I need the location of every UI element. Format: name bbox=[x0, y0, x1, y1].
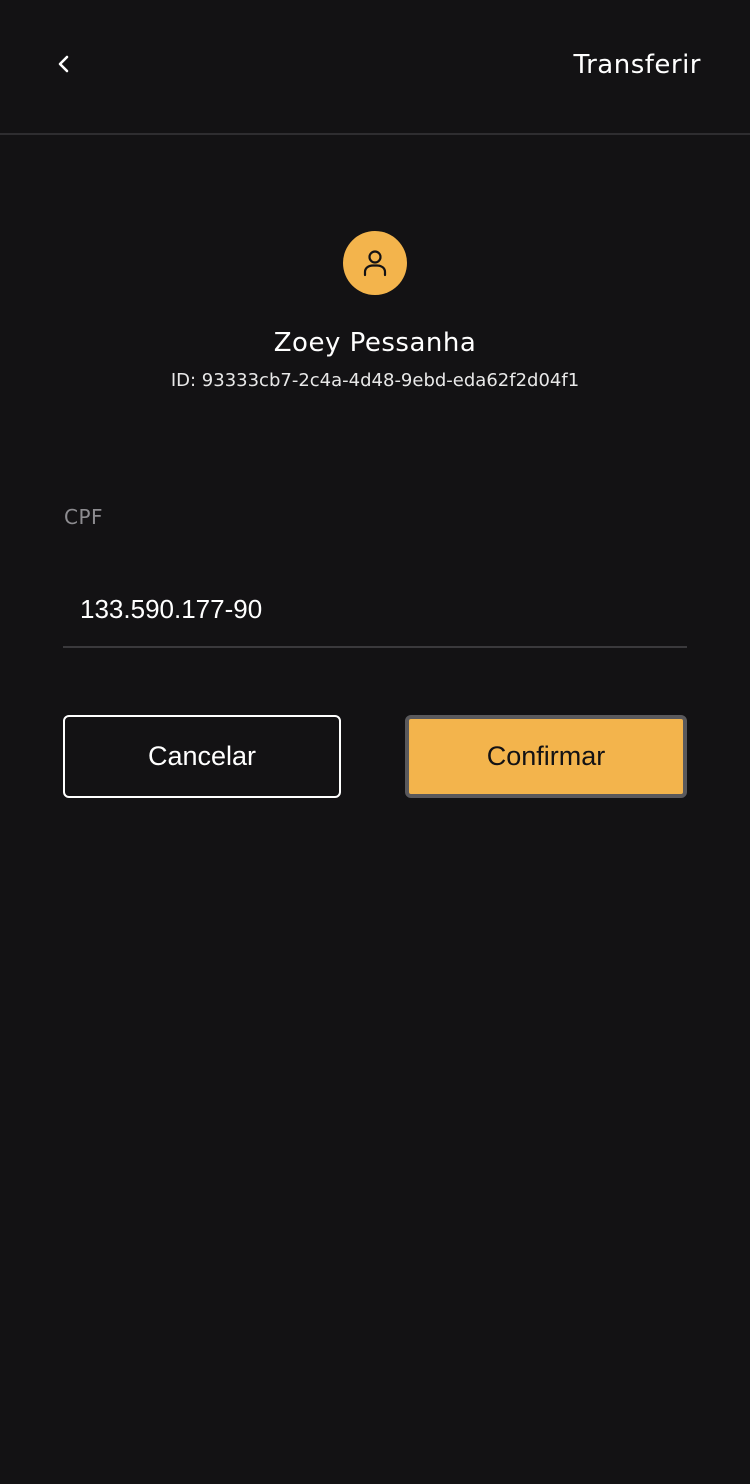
cpf-input[interactable] bbox=[63, 572, 687, 648]
cancel-button[interactable]: Cancelar bbox=[63, 715, 341, 798]
user-icon bbox=[363, 250, 387, 277]
chevron-left-icon bbox=[58, 55, 69, 73]
recipient-name: Zoey Pessanha bbox=[273, 328, 477, 358]
cpf-label: CPF bbox=[64, 505, 104, 529]
confirm-button[interactable]: Confirmar bbox=[405, 715, 687, 798]
transfer-screen: Transferir Zoey Pessanha ID: 93333cb7-2c… bbox=[0, 0, 750, 1484]
avatar bbox=[343, 231, 407, 295]
recipient-id: ID: 93333cb7-2c4a-4d48-9ebd-eda62f2d04f1 bbox=[170, 370, 580, 391]
page-title: Transferir bbox=[573, 50, 701, 80]
back-button[interactable] bbox=[42, 42, 86, 86]
top-bar: Transferir bbox=[0, 0, 750, 135]
